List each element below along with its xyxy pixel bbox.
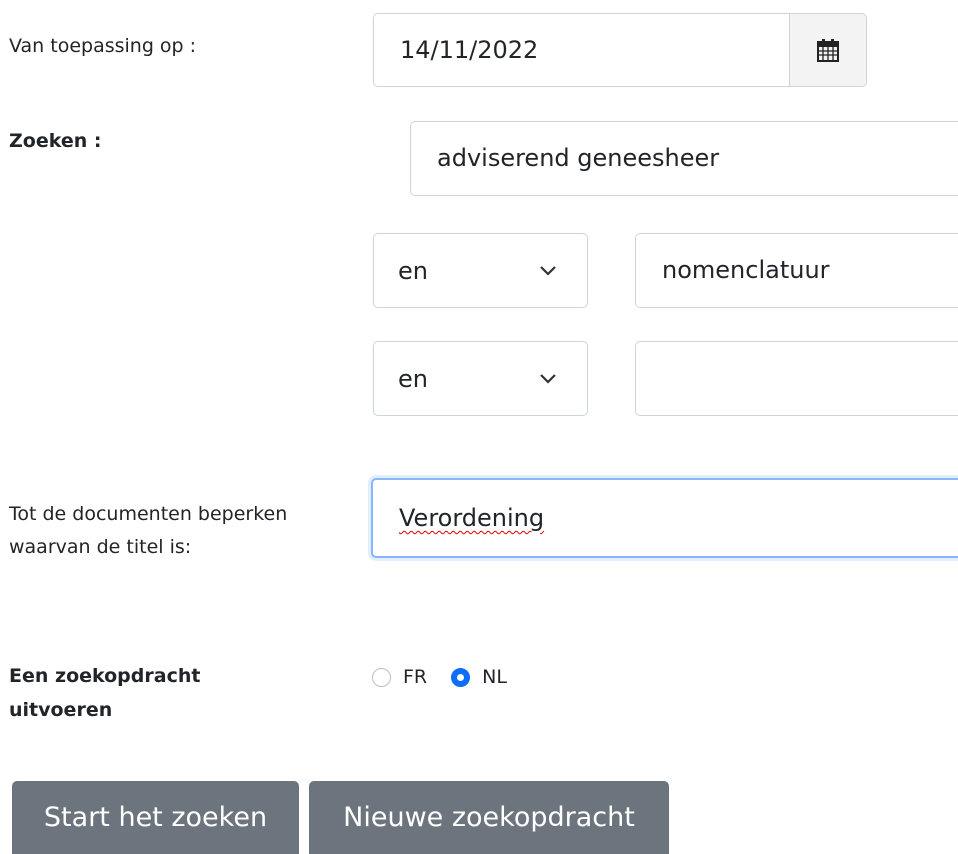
search-input[interactable]: adviserend geneesheer bbox=[410, 121, 958, 196]
title-value: Verordening bbox=[399, 504, 545, 532]
date-picker: 14/11/2022 bbox=[373, 13, 867, 87]
operator-select-2[interactable]: en bbox=[373, 341, 588, 416]
radio-fr-circle[interactable] bbox=[372, 667, 391, 687]
radio-fr[interactable]: FR bbox=[372, 666, 427, 688]
language-label: Een zoekopdracht uitvoeren bbox=[9, 665, 201, 721]
date-value: 14/11/2022 bbox=[400, 36, 539, 64]
date-label: Van toepassing op : bbox=[9, 35, 197, 57]
criteria-input-1[interactable]: nomenclatuur bbox=[635, 233, 958, 308]
radio-nl[interactable]: NL bbox=[451, 666, 507, 688]
operator-value-2: en bbox=[398, 364, 428, 393]
calendar-button[interactable] bbox=[789, 13, 867, 87]
search-label: Zoeken : bbox=[9, 130, 102, 152]
radio-nl-label: NL bbox=[482, 666, 507, 688]
title-input[interactable]: Verordening bbox=[371, 478, 958, 558]
radio-nl-circle[interactable] bbox=[451, 667, 471, 687]
language-radio-group: FR NL bbox=[372, 660, 531, 694]
search-value: adviserend geneesheer bbox=[437, 144, 720, 172]
date-input[interactable]: 14/11/2022 bbox=[373, 13, 790, 87]
chevron-down-icon bbox=[540, 373, 556, 384]
start-search-button[interactable]: Start het zoeken bbox=[12, 781, 299, 854]
new-search-button[interactable]: Nieuwe zoekopdracht bbox=[309, 781, 669, 854]
radio-fr-label: FR bbox=[403, 666, 428, 688]
criteria-input-2[interactable] bbox=[635, 341, 958, 416]
operator-value-1: en bbox=[398, 256, 428, 285]
operator-select-1[interactable]: en bbox=[373, 233, 588, 308]
chevron-down-icon bbox=[540, 265, 556, 276]
criteria-value-1: nomenclatuur bbox=[662, 256, 830, 284]
title-label: Tot de documenten beperken waarvan de ti… bbox=[9, 503, 288, 558]
calendar-icon bbox=[817, 39, 839, 62]
